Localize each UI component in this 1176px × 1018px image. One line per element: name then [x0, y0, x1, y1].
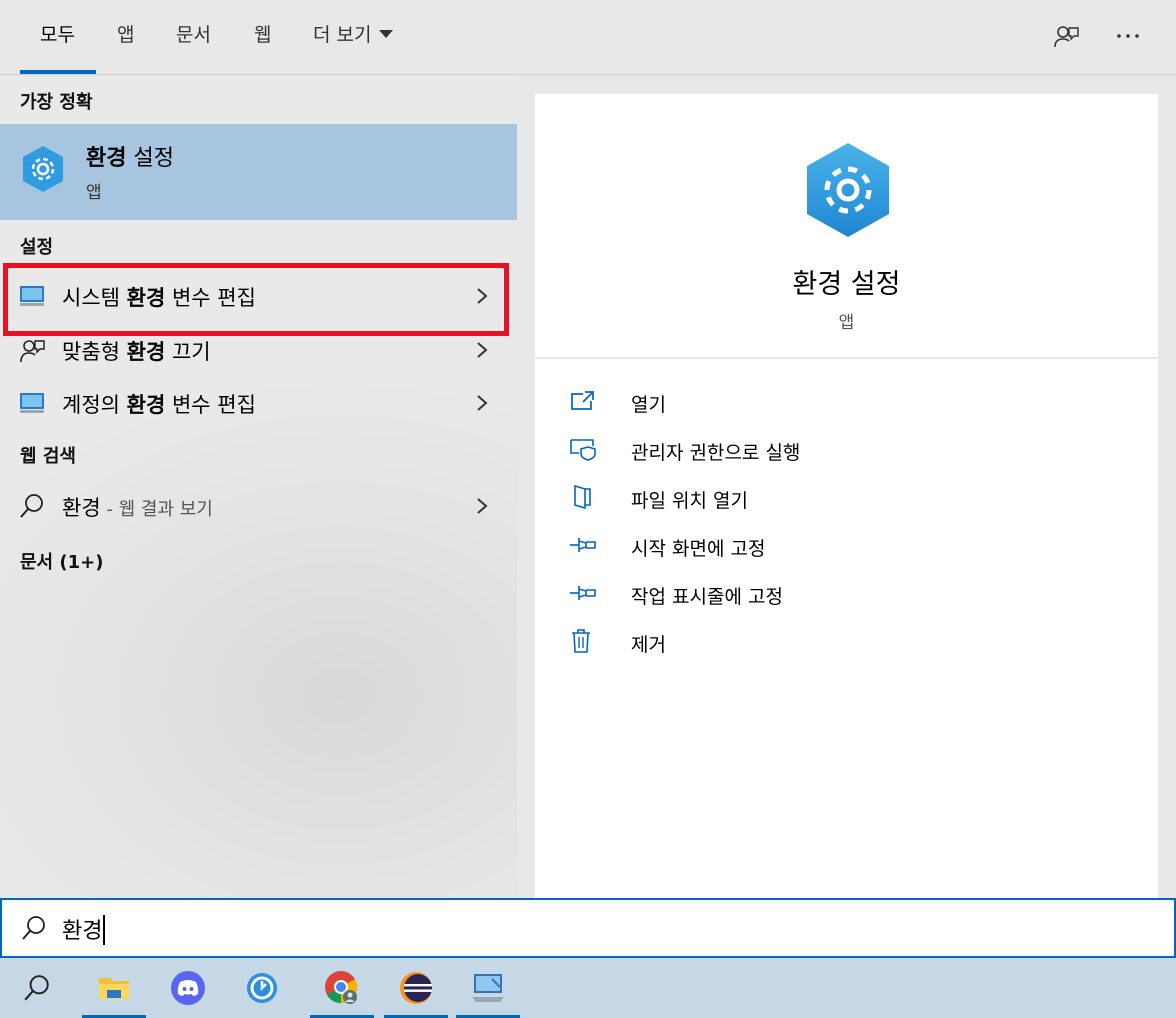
pin-icon — [570, 586, 596, 600]
action-uninstall[interactable]: 제거 — [569, 621, 1129, 661]
results-list: 가장 정확 환경 설정 앱 설정 시스템 환경 변수 편집 맞춤형 환경 끄기 — [0, 76, 517, 898]
settings-item-label: 시스템 환경 변수 편집 — [62, 286, 256, 310]
chevron-down-icon — [379, 29, 394, 38]
settings-app-icon — [23, 146, 63, 192]
action-list: 열기 관리자 권한으로 실행 파일 위치 열기 시작 화면에 고정 작업 표시줄… — [535, 359, 1158, 898]
person-chat-icon — [20, 340, 45, 363]
chrome-icon — [325, 971, 358, 1004]
action-label: 파일 위치 열기 — [631, 490, 748, 512]
search-input-value: 환경 — [62, 919, 103, 944]
file-explorer-icon — [99, 978, 129, 999]
preview-title: 환경 설정 — [792, 269, 901, 300]
chevron-right-icon — [477, 498, 488, 514]
trash-icon — [572, 629, 590, 653]
search-filter-bar: 모두 앱 문서 웹 더 보기 — [0, 0, 1176, 75]
web-search-label: 환경 - 웹 결과 보기 — [62, 496, 213, 520]
best-match-title: 환경 설정 — [86, 146, 174, 171]
preview-subtitle: 앱 — [838, 313, 855, 333]
tab-all[interactable]: 모두 — [40, 0, 75, 75]
preview-pane: 환경 설정 앱 열기 관리자 권한으로 실행 파일 위치 열기 시작 화면에 고… — [517, 76, 1176, 898]
settings-item-label: 맞춤형 환경 끄기 — [62, 340, 211, 364]
taskbar-network-app[interactable] — [452, 958, 524, 1018]
clock-app-icon — [247, 973, 277, 1003]
open-icon — [571, 391, 594, 410]
taskbar — [0, 958, 1176, 1018]
search-box[interactable]: 환경 — [0, 898, 1176, 958]
action-label: 관리자 권한으로 실행 — [631, 442, 801, 464]
search-icon — [22, 916, 45, 940]
action-open[interactable]: 열기 — [569, 381, 1129, 421]
action-label: 시작 화면에 고정 — [631, 538, 766, 560]
tab-more[interactable]: 더 보기 — [313, 0, 394, 75]
action-label: 열기 — [631, 394, 666, 416]
web-search-header: 웹 검색 — [20, 446, 76, 467]
taskbar-file-explorer[interactable] — [78, 958, 150, 1018]
chevron-right-icon — [477, 288, 488, 304]
tab-apps[interactable]: 앱 — [117, 0, 134, 75]
search-icon — [24, 975, 49, 1001]
eclipse-icon — [400, 972, 432, 1004]
best-match-type: 앱 — [86, 183, 102, 203]
pin-icon — [570, 538, 596, 552]
shield-icon — [570, 439, 596, 461]
taskbar-clock-app[interactable] — [226, 958, 298, 1018]
text-caret — [103, 915, 106, 945]
action-label: 작업 표시줄에 고정 — [631, 586, 783, 608]
discord-icon — [171, 971, 205, 1005]
app-preview-card: 환경 설정 앱 — [535, 94, 1158, 357]
chevron-right-icon — [477, 342, 488, 358]
monitor-icon — [20, 286, 44, 306]
taskbar-discord[interactable] — [152, 958, 224, 1018]
chevron-right-icon — [477, 395, 488, 411]
action-pin-to-start[interactable]: 시작 화면에 고정 — [569, 525, 1129, 565]
settings-item-label: 계정의 환경 변수 편집 — [62, 393, 256, 417]
tab-documents[interactable]: 문서 — [176, 0, 211, 75]
action-pin-to-taskbar[interactable]: 작업 표시줄에 고정 — [569, 573, 1129, 613]
action-open-file-location[interactable]: 파일 위치 열기 — [569, 477, 1129, 517]
file-location-icon — [574, 485, 591, 509]
documents-header: 문서 (1+) — [20, 552, 104, 573]
taskbar-eclipse[interactable] — [380, 958, 452, 1018]
taskbar-search-button[interactable] — [0, 958, 74, 1018]
best-match-header: 가장 정확 — [20, 92, 93, 113]
action-label: 제거 — [631, 634, 666, 656]
web-search-result[interactable]: 환경 - 웹 결과 보기 — [0, 480, 517, 532]
more-options-icon[interactable] — [1112, 20, 1144, 52]
settings-item-custom-env-off[interactable]: 맞춤형 환경 끄기 — [0, 324, 517, 376]
network-app-icon — [472, 974, 504, 1002]
settings-item-account-env-vars[interactable]: 계정의 환경 변수 편집 — [0, 377, 517, 429]
feedback-icon[interactable] — [1050, 20, 1082, 52]
taskbar-chrome[interactable] — [306, 958, 378, 1018]
action-run-as-admin[interactable]: 관리자 권한으로 실행 — [569, 429, 1129, 469]
tab-web[interactable]: 웹 — [254, 0, 271, 75]
settings-header: 설정 — [20, 237, 54, 258]
tab-more-label: 더 보기 — [313, 24, 372, 46]
settings-app-icon — [807, 143, 889, 237]
best-match-result[interactable]: 환경 설정 앱 — [0, 124, 517, 220]
monitor-icon — [20, 393, 44, 413]
search-icon — [20, 494, 43, 518]
search-input[interactable]: 환경 — [62, 913, 106, 947]
settings-item-system-env-vars[interactable]: 시스템 환경 변수 편집 — [0, 270, 517, 322]
active-tab-indicator — [20, 70, 96, 74]
